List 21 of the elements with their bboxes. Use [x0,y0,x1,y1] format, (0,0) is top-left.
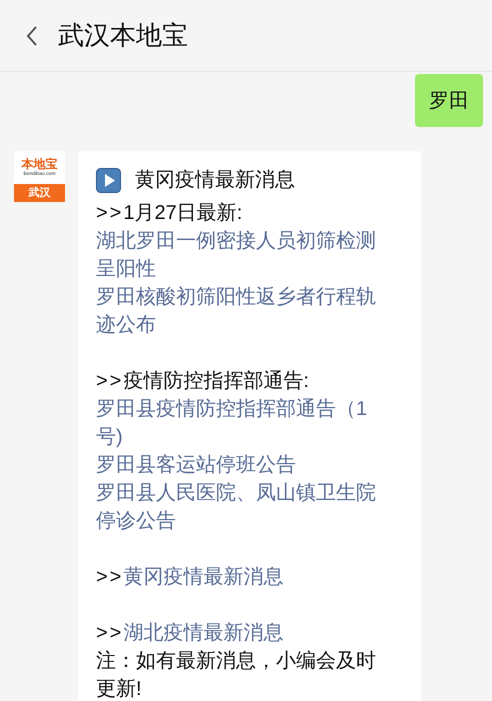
play-icon [96,168,121,192]
logo-city-text: 武汉 [28,188,50,198]
article-link[interactable]: 湖北疫情最新消息 [123,619,284,647]
article-link[interactable]: 罗田县客运站停班公告 [96,451,392,479]
logo-text: 本地宝 [22,158,58,171]
note-text: 注：如有最新消息，小编会及时更新! [96,649,377,701]
article-link[interactable]: 罗田县疫情防控指挥部通告（1号) [96,395,392,451]
message-title: 黄冈疫情最新消息 [135,168,295,193]
arrow-prefix: >> [96,201,124,226]
message-bubble: 罗田 [415,74,483,127]
arrow-prefix: >> [96,565,124,590]
arrow-prefix: >> [96,621,124,646]
arrow-prefix: >> [96,369,124,394]
article-link[interactable]: 黄冈疫情最新消息 [123,563,284,591]
chat-title: 武汉本地宝 [58,19,188,52]
section-heading: 疫情防控指挥部通告: [123,369,309,394]
article-link[interactable]: 湖北罗田一例密接人员初筛检测呈阳性 [96,227,392,283]
section-heading: 1月27日最新: [123,201,242,226]
article-link[interactable]: 罗田县人民医院、凤山镇卫生院停诊公告 [96,479,392,535]
article-link[interactable]: 罗田核酸初筛阳性返乡者行程轨迹公布 [96,283,392,339]
back-icon[interactable] [26,24,38,46]
